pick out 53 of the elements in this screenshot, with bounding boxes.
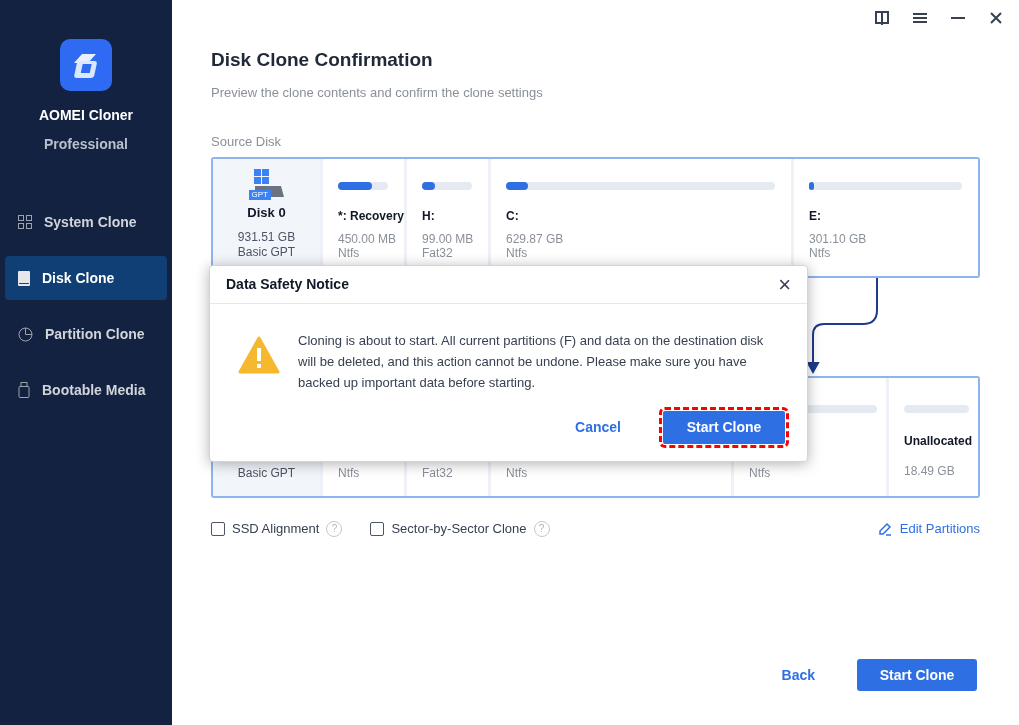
partition-name: E: — [809, 208, 822, 223]
file-system: Ntfs — [338, 245, 361, 260]
disk-type: Basic GPT — [237, 244, 296, 259]
menu-icon[interactable] — [913, 11, 927, 25]
file-system: Ntfs — [809, 245, 832, 260]
partition-size: 99.00 MB — [422, 231, 475, 246]
file-system: Fat32 — [422, 464, 454, 482]
file-system: Ntfs — [749, 464, 772, 482]
book-icon[interactable] — [875, 11, 889, 25]
nav-item[interactable]: Bootable Media — [5, 368, 167, 412]
option-label: Sector-by-Sector Clone — [391, 519, 527, 538]
empty-usage-bar — [904, 404, 969, 413]
disk-type: Basic GPT — [237, 464, 296, 482]
start-clone-button[interactable]: Start Clone — [857, 659, 977, 691]
dialog-close-button[interactable]: × — [778, 273, 791, 296]
checkbox[interactable] — [370, 521, 385, 536]
file-system: Ntfs — [338, 464, 361, 482]
app-name: AOMEI Cloner — [38, 106, 134, 125]
file-system: Fat32 — [422, 245, 454, 260]
nav-item[interactable]: System Clone — [5, 200, 167, 244]
option-label: SSD Alignment — [232, 519, 320, 538]
partition-size: 301.10 GB — [809, 231, 868, 246]
partition-size: 629.87 GB — [506, 231, 565, 246]
checkbox[interactable] — [211, 521, 225, 536]
page-subtitle: Preview the clone contents and confirm the clone settings — [211, 83, 544, 102]
partition-size: 450.00 MB — [338, 231, 398, 246]
partition-card[interactable]: E: 301.10 GB Ntfs — [794, 158, 978, 276]
pencil-icon — [877, 521, 892, 536]
usb-drive-icon — [18, 382, 30, 398]
nav-item[interactable]: Partition Clone — [5, 312, 167, 356]
dialog-title: Data Safety Notice — [226, 275, 349, 294]
page-title: Disk Clone Confirmation — [211, 48, 434, 72]
partition-name: Unallocated — [904, 432, 973, 450]
file-system: Ntfs — [506, 464, 529, 482]
warning-icon — [238, 336, 280, 374]
grid-icon — [18, 215, 32, 229]
file-system: Ntfs — [506, 245, 529, 260]
partition-card[interactable]: Unallocated 18.49 GB — [889, 377, 978, 496]
section-label: Source Disk — [211, 133, 283, 151]
app-edition: Professional — [44, 135, 128, 154]
app-logo-icon — [60, 39, 112, 91]
partition-name: H: — [422, 208, 436, 223]
close-icon[interactable] — [989, 11, 1003, 25]
partition-size: 18.49 GB — [904, 462, 956, 480]
cancel-button[interactable]: Cancel — [575, 417, 621, 438]
disk-name: Disk 0 — [247, 204, 286, 221]
partition-name: C: — [506, 208, 520, 223]
back-button[interactable]: Back — [781, 664, 815, 686]
edit-partitions-link[interactable]: Edit Partitions — [877, 518, 980, 539]
gpt-badge: GPT — [248, 189, 271, 200]
nav-item[interactable]: Disk Clone — [5, 256, 167, 300]
disk-size: 931.51 GB — [237, 229, 296, 244]
pie-icon — [18, 326, 33, 342]
